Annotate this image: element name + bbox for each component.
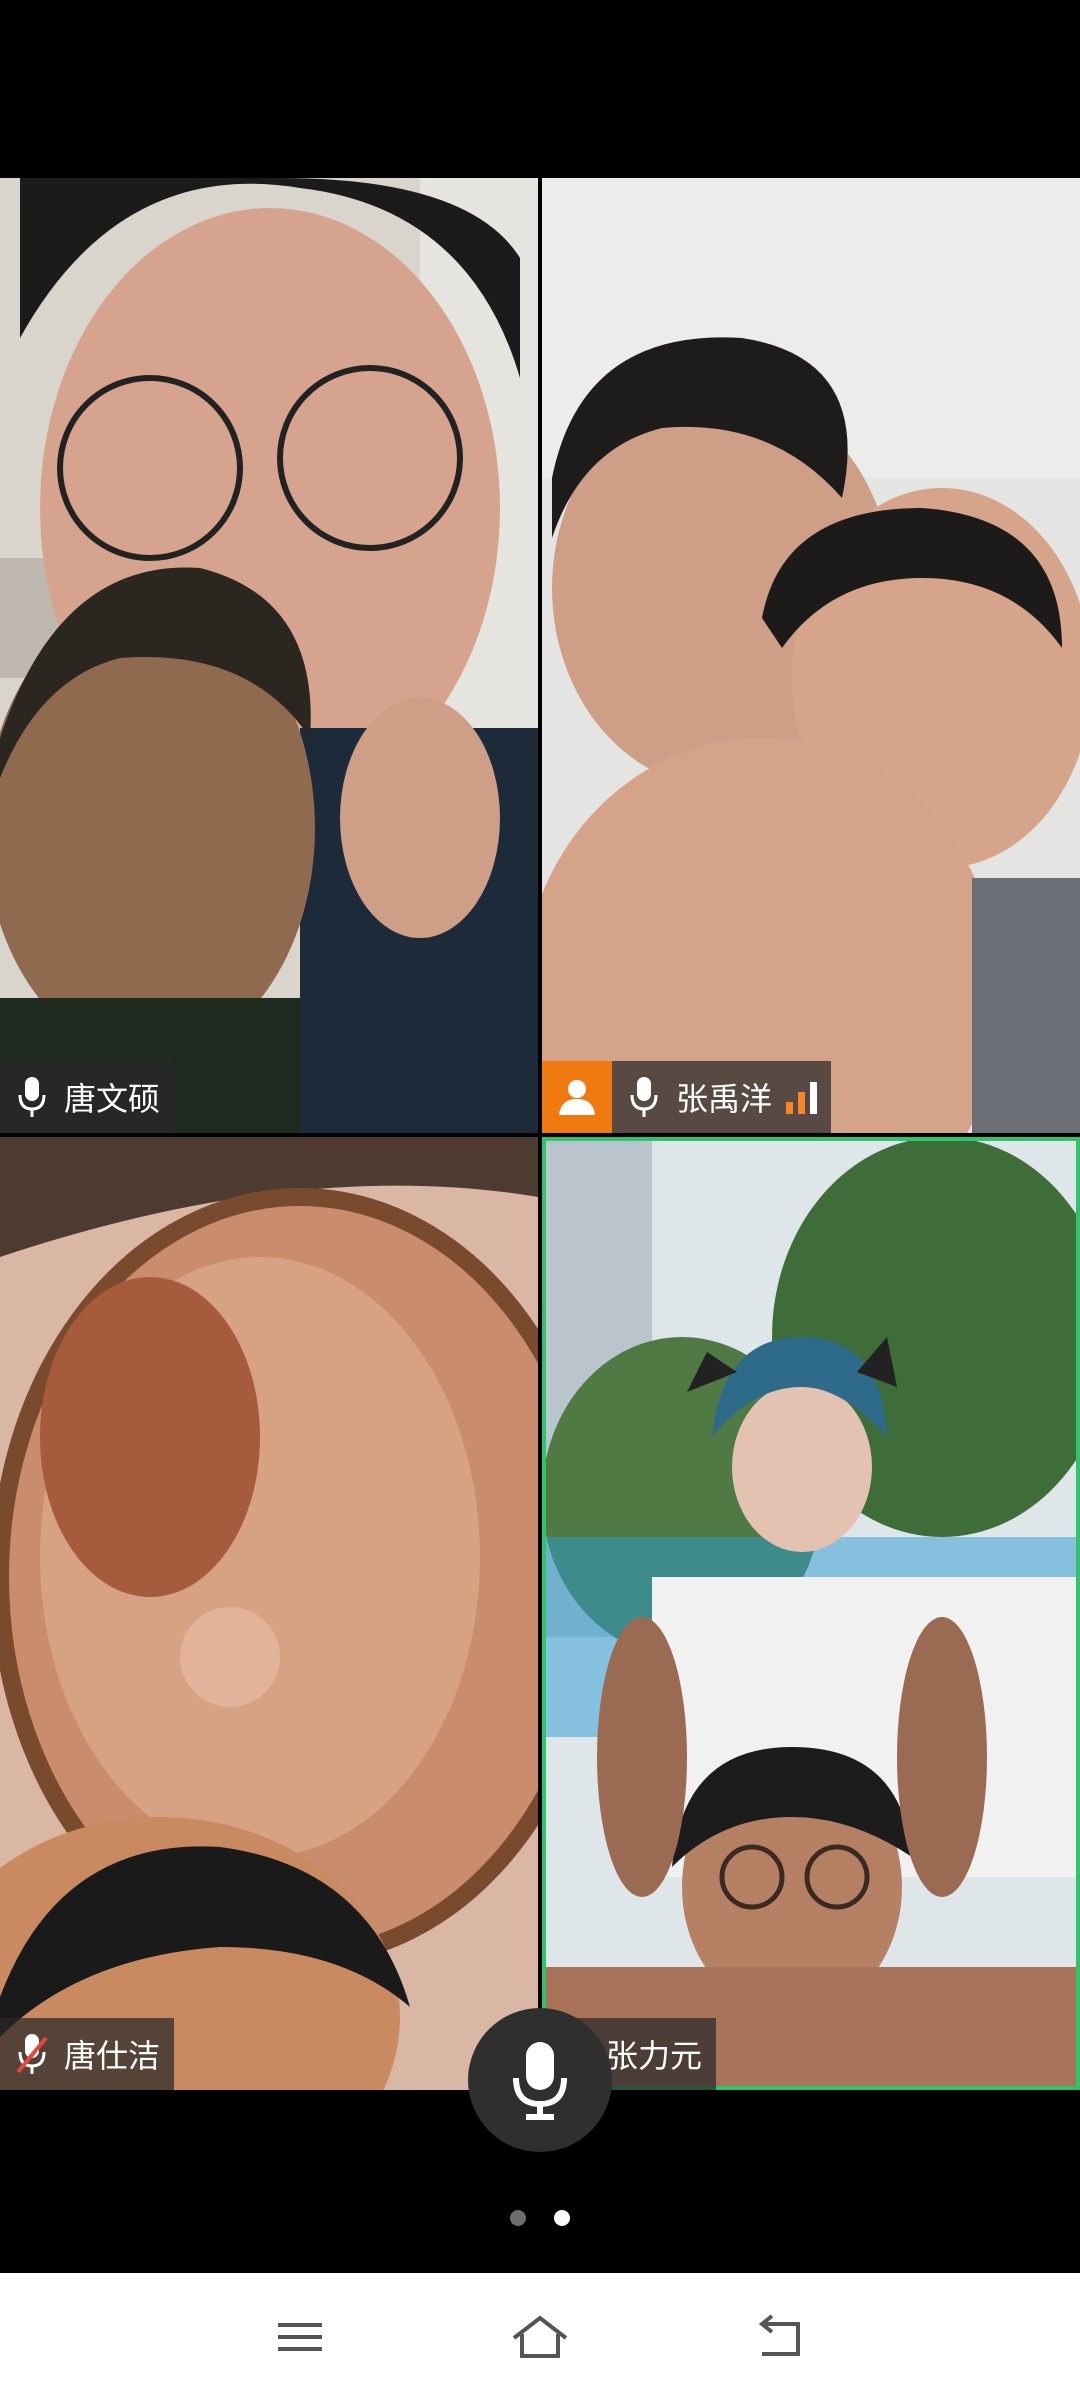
home-icon <box>512 2314 568 2358</box>
microphone-icon <box>513 2042 567 2120</box>
video-feed-3 <box>0 1137 538 2090</box>
participant-name-tag: 唐文硕 <box>0 1061 175 1133</box>
video-tile-4[interactable]: 张力元 <box>542 1137 1080 2090</box>
microphone-icon <box>10 1069 54 1125</box>
video-feed-4 <box>542 1137 1080 2090</box>
system-navigation-bar <box>0 2273 1080 2400</box>
video-call-screen: 唐文硕 张禹洋 唐仕洁 张力元 <box>0 0 1080 2400</box>
video-tile-3[interactable]: 唐仕洁 <box>0 1137 538 2090</box>
host-person-icon <box>559 1080 595 1115</box>
home-button[interactable] <box>460 2273 620 2400</box>
participant-name: 唐文硕 <box>64 1080 161 1118</box>
status-bar <box>0 0 1080 178</box>
microphone-toggle-button[interactable] <box>468 2008 612 2152</box>
page-indicator <box>0 2210 1080 2226</box>
menu-icon <box>278 2322 322 2351</box>
video-tile-1[interactable]: 唐文硕 <box>0 178 538 1133</box>
signal-strength-icon <box>786 1080 818 1114</box>
video-feed-2 <box>542 178 1080 1133</box>
page-dot-1[interactable] <box>510 2210 526 2226</box>
video-tile-2[interactable]: 张禹洋 <box>542 178 1080 1133</box>
video-feed-1 <box>0 178 538 1133</box>
call-controls <box>0 2008 1080 2273</box>
host-badge <box>542 1061 612 1133</box>
microphone-icon <box>622 1069 666 1125</box>
participant-name: 唐仕洁 <box>64 2037 161 2075</box>
back-icon <box>758 2313 800 2356</box>
back-button[interactable] <box>700 2273 860 2400</box>
video-grid: 唐文硕 张禹洋 唐仕洁 张力元 <box>0 178 1080 2090</box>
participant-name-tag: 唐仕洁 <box>0 2018 175 2090</box>
page-dot-2[interactable] <box>554 2210 570 2226</box>
participant-name-tag: 张禹洋 <box>542 1061 832 1133</box>
participant-name: 张力元 <box>606 2037 703 2075</box>
menu-button[interactable] <box>220 2273 380 2400</box>
muted-microphone-icon <box>10 2026 54 2082</box>
participant-name: 张禹洋 <box>676 1080 773 1118</box>
